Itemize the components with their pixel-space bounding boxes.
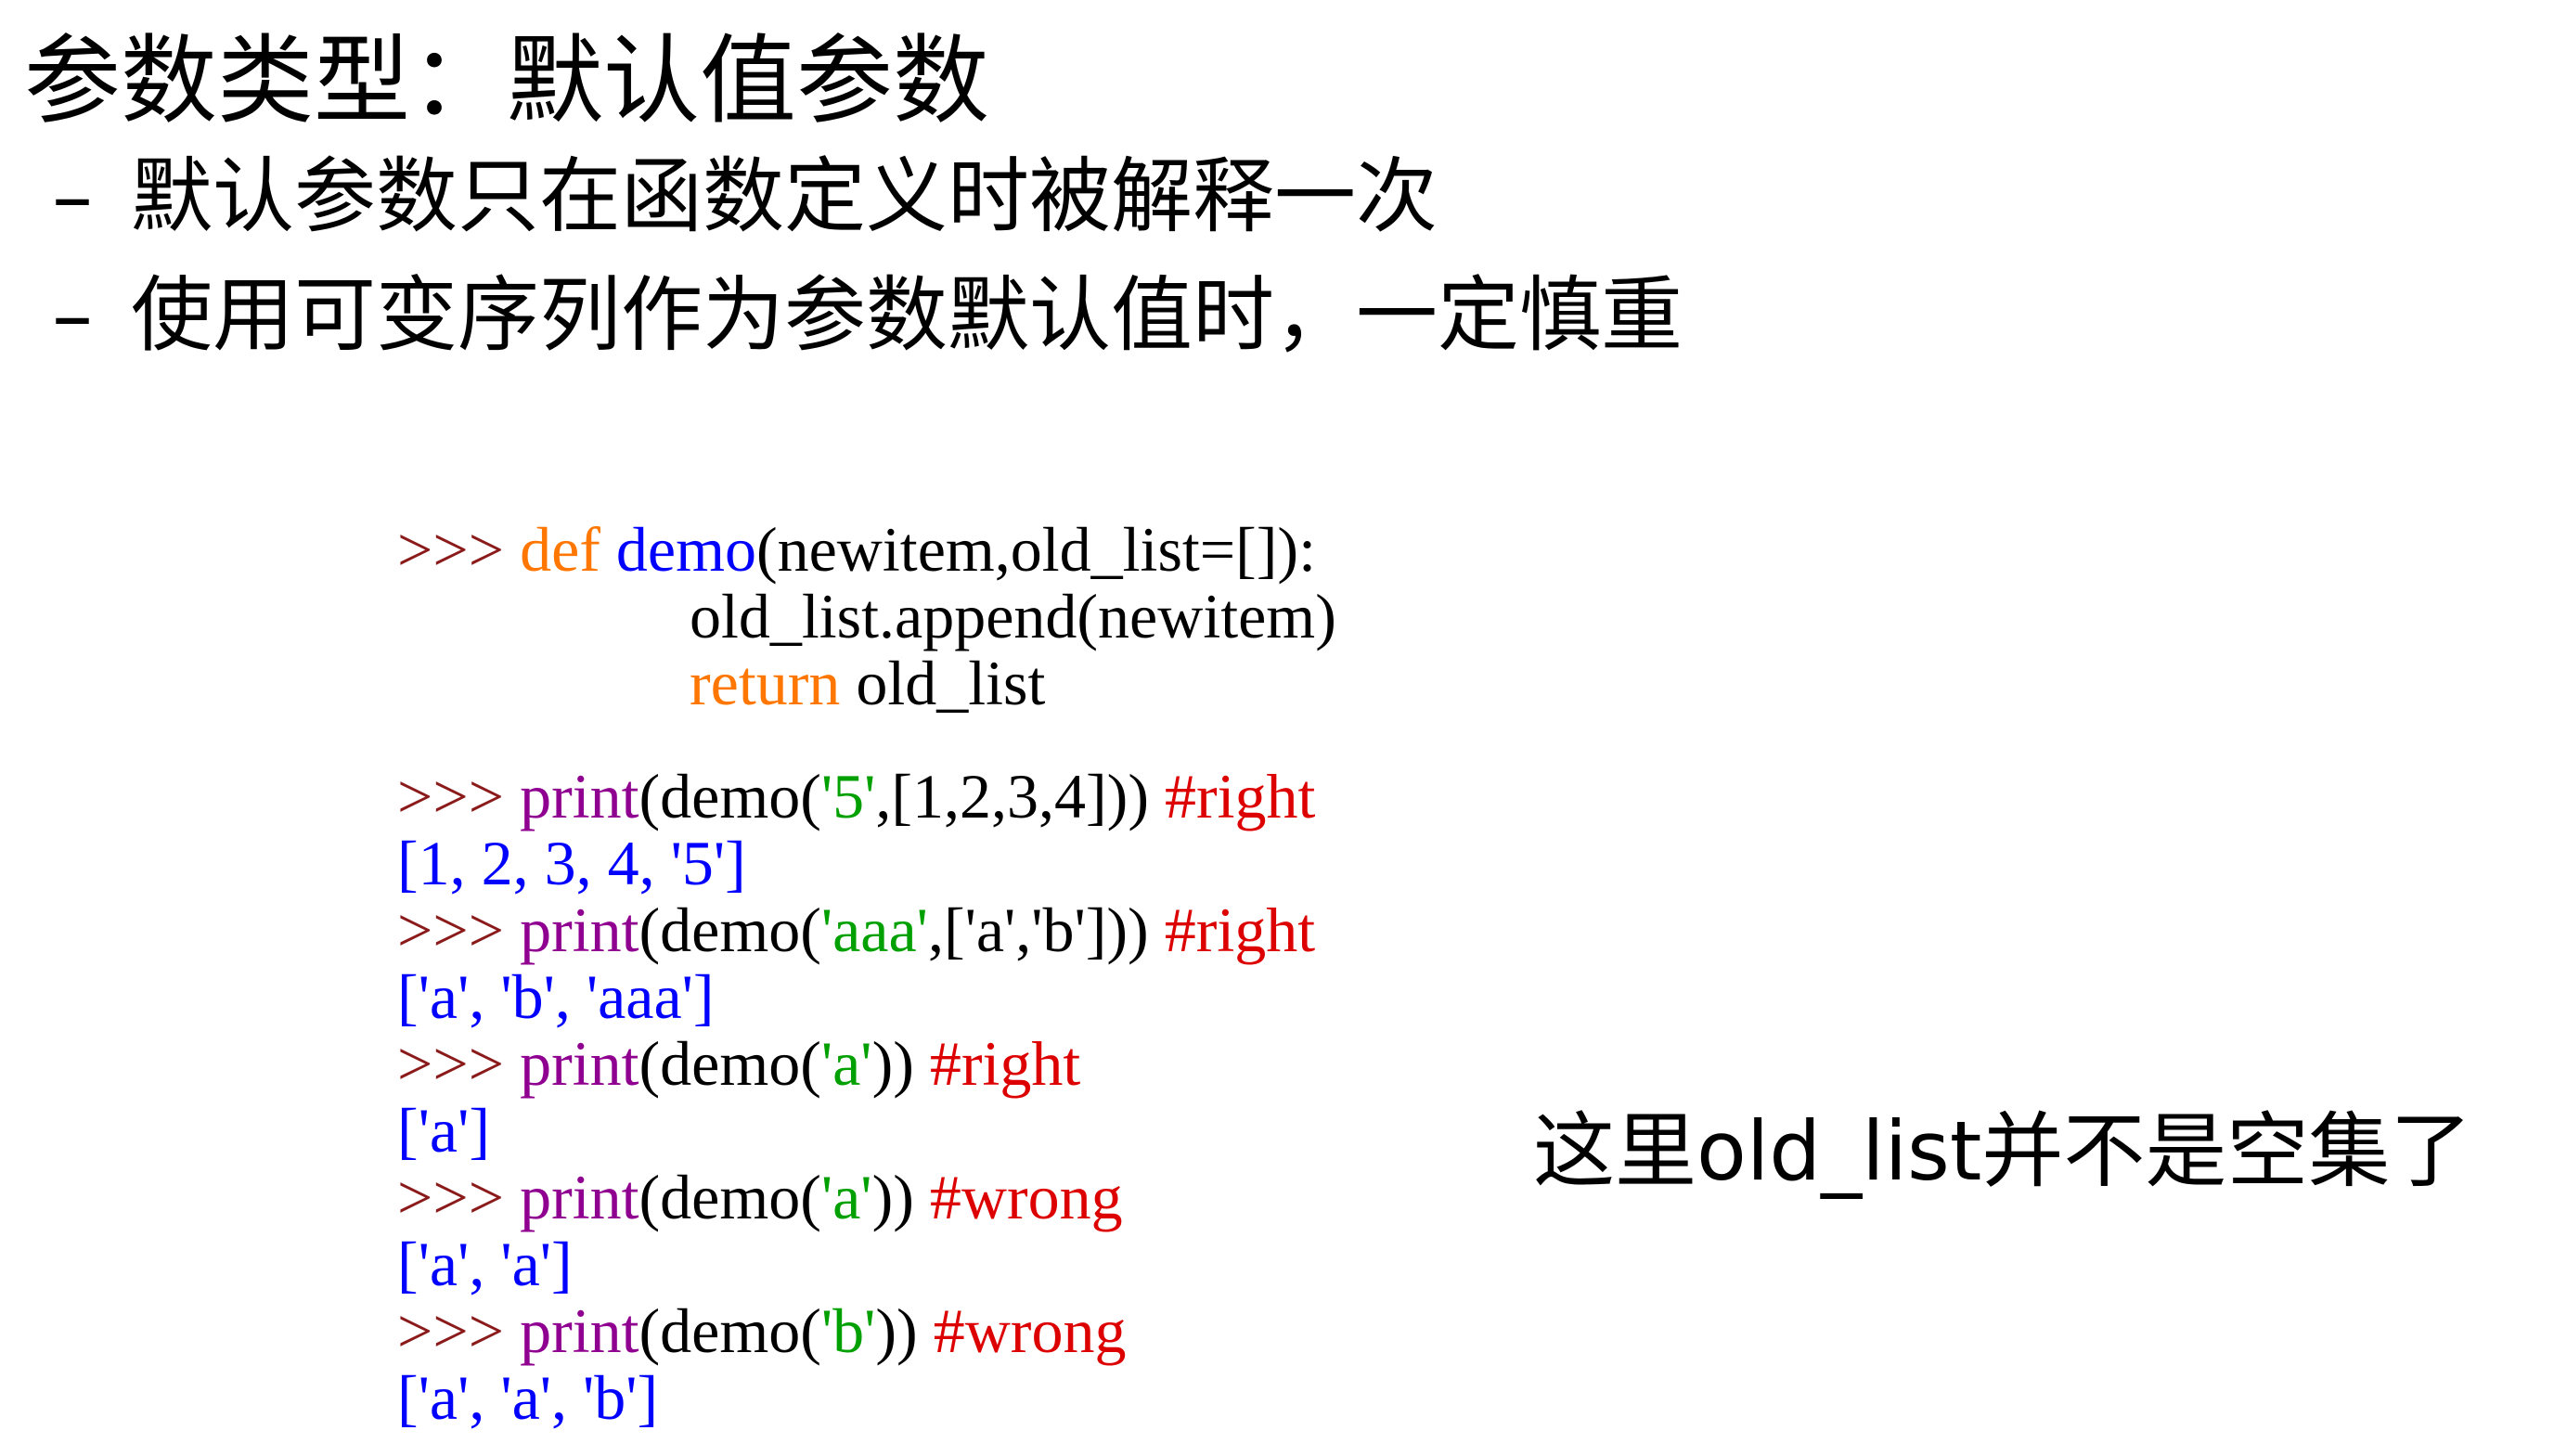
code-keyword: return — [690, 648, 841, 718]
code-string: 'aaa' — [820, 895, 928, 965]
code-line-call: >>> print(demo('5',[1,2,3,4])) #right — [397, 761, 1316, 831]
code-output: ['a', 'a'] — [397, 1229, 573, 1299]
code-output: ['a', 'a', 'b'] — [397, 1362, 659, 1433]
slide-title: 参数类型：默认值参数 — [24, 24, 990, 137]
code-prompt: >>> — [397, 1295, 521, 1366]
code-line-return: return old_list — [397, 650, 1045, 716]
code-comment: #right — [929, 1028, 1081, 1099]
code-line-call: >>> print(demo('a')) #wrong — [397, 1162, 1123, 1232]
bullet-text: 默认参数只在函数定义时被解释一次 — [131, 148, 1438, 244]
code-function-name: demo — [615, 514, 756, 585]
bullet-dash: – — [52, 148, 93, 244]
code-prompt: >>> — [397, 1162, 521, 1232]
code-builtin: print — [520, 895, 639, 965]
code-line-def: >>> def demo(newitem,old_list=[]): — [397, 516, 1316, 583]
code-builtin: print — [520, 1028, 639, 1099]
code-text: old_list — [840, 648, 1046, 718]
code-string: '5' — [820, 761, 876, 831]
code-text: old_list.append(newitem) — [690, 581, 1336, 651]
code-string: 'b' — [820, 1295, 876, 1366]
code-builtin: print — [520, 1295, 639, 1366]
bullet-item: – 使用可变序列作为参数默认值时，一定慎重 — [52, 264, 1683, 367]
code-comment: #right — [1164, 761, 1316, 831]
code-line-body: old_list.append(newitem) — [397, 583, 1336, 650]
code-text: (newitem,old_list=[]): — [755, 514, 1316, 585]
code-string: 'a' — [820, 1162, 872, 1232]
code-comment: #wrong — [929, 1162, 1123, 1232]
code-prompt: >>> — [397, 1028, 521, 1099]
code-prompt: >>> — [397, 895, 521, 965]
code-builtin: print — [520, 1162, 639, 1232]
code-keyword: def — [520, 514, 600, 585]
code-comment: #right — [1164, 895, 1316, 965]
code-output: [1, 2, 3, 4, '5'] — [397, 828, 746, 898]
bullet-text: 使用可变序列作为参数默认值时，一定慎重 — [131, 267, 1683, 363]
code-prompt: >>> — [397, 761, 521, 831]
code-line-call: >>> print(demo('aaa',['a','b'])) #right — [397, 895, 1316, 965]
annotation-note: 这里old_list并不是空集了 — [1533, 1103, 2472, 1199]
code-prompt: >>> — [397, 514, 521, 585]
code-string: 'a' — [820, 1028, 872, 1099]
bullet-item: – 默认参数只在函数定义时被解释一次 — [52, 146, 1438, 248]
code-comment: #wrong — [933, 1295, 1127, 1366]
code-output: ['a'] — [397, 1095, 490, 1166]
code-line-call: >>> print(demo('b')) #wrong — [397, 1295, 1127, 1366]
code-line-call: >>> print(demo('a')) #right — [397, 1028, 1081, 1099]
bullet-dash: – — [52, 267, 93, 363]
code-output: ['a', 'b', 'aaa'] — [397, 961, 715, 1032]
code-builtin: print — [520, 761, 639, 831]
